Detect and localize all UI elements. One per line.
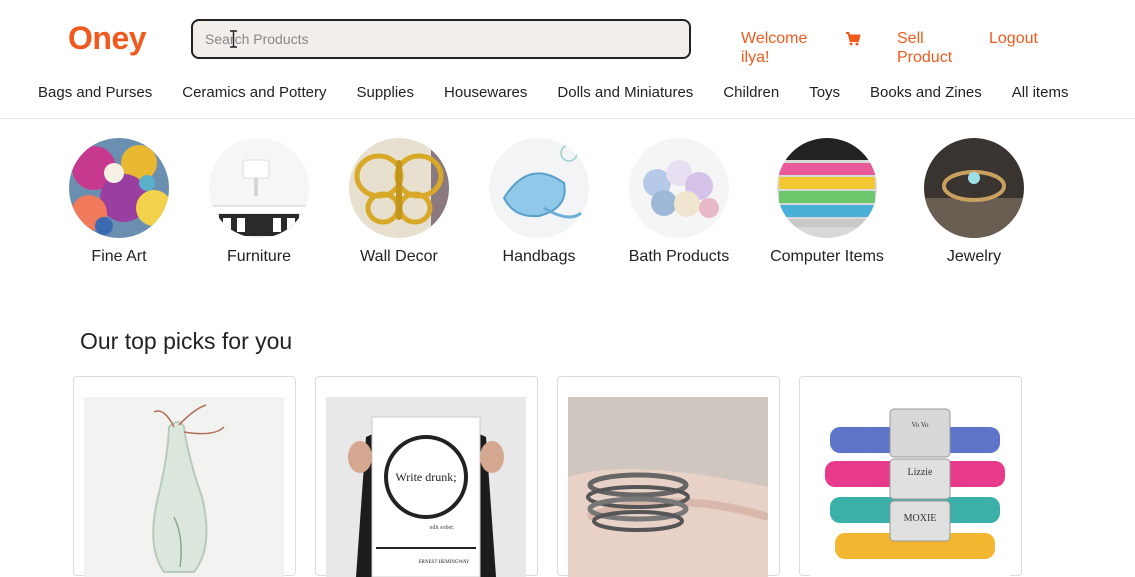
featured-computer-items[interactable]: Computer Items (757, 138, 897, 266)
product-image (568, 397, 768, 577)
sell-product-link[interactable]: Sell Product (897, 29, 967, 67)
featured-categories: Fine Art Furniture Wall Decor Handbags B… (0, 138, 1135, 273)
featured-label: Fine Art (91, 248, 147, 265)
welcome-message: Welcome ilya! (741, 30, 808, 66)
wall-decor-image (349, 138, 449, 238)
category-nav: Bags and Purses Ceramics and Pottery Sup… (23, 84, 1083, 101)
category-link[interactable]: Toys (794, 84, 855, 101)
featured-label: Handbags (502, 248, 576, 265)
search-box[interactable] (191, 19, 691, 59)
logout-link[interactable]: Logout (989, 30, 1038, 48)
product-image (84, 397, 284, 577)
featured-furniture[interactable]: Furniture (189, 138, 329, 266)
featured-label: Bath Products (628, 248, 730, 265)
featured-jewelry[interactable]: Jewelry (904, 138, 1044, 266)
poster-subtext: edit sober. (430, 525, 455, 531)
product-image: Write drunk; edit sober. ERNEST HEMINGWA… (326, 397, 526, 577)
poster-text: Write drunk; (395, 470, 456, 484)
fine-art-image (69, 138, 169, 238)
collar-name: Lizzie (908, 467, 934, 478)
featured-label: Computer Items (770, 248, 884, 265)
product-card[interactable]: Vo Vo Lizzie MOXIE (799, 376, 1022, 577)
top-picks-title: Our top picks for you (80, 328, 293, 354)
featured-fine-art[interactable]: Fine Art (49, 138, 189, 266)
product-card[interactable] (73, 376, 296, 577)
jewelry-image (924, 138, 1024, 238)
category-link[interactable]: Ceramics and Pottery (167, 84, 341, 101)
product-card[interactable]: Write drunk; edit sober. ERNEST HEMINGWA… (315, 376, 538, 577)
category-link[interactable]: Dolls and Miniatures (542, 84, 708, 101)
search-input[interactable] (193, 21, 689, 57)
featured-handbags[interactable]: Handbags (469, 138, 609, 266)
computer-items-image (777, 138, 877, 238)
collar-name: MOXIE (904, 513, 937, 524)
handbags-image (489, 138, 589, 238)
collar-name: Vo Vo (912, 421, 929, 429)
site-header: Oney Welcome ilya! Sell Product Logout B… (0, 0, 1135, 119)
furniture-image (209, 138, 309, 238)
shopping-cart-icon[interactable] (845, 31, 861, 47)
product-image: Vo Vo Lizzie MOXIE (810, 397, 1010, 577)
featured-label: Furniture (226, 248, 292, 265)
site-logo[interactable]: Oney (68, 20, 147, 57)
featured-label: Wall Decor (360, 248, 438, 265)
category-link[interactable]: Housewares (429, 84, 542, 101)
bath-products-image (629, 138, 729, 238)
product-card[interactable] (557, 376, 780, 577)
category-link[interactable]: Bags and Purses (23, 84, 167, 101)
featured-label: Jewelry (946, 248, 1002, 265)
text-cursor-icon (230, 30, 237, 48)
poster-credit: ERNEST HEMINGWAY (419, 560, 470, 565)
category-link[interactable]: Books and Zines (855, 84, 997, 101)
category-link[interactable]: Children (708, 84, 794, 101)
featured-wall-decor[interactable]: Wall Decor (329, 138, 469, 266)
featured-bath-products[interactable]: Bath Products (609, 138, 749, 266)
category-link[interactable]: All items (997, 84, 1084, 101)
category-link[interactable]: Supplies (341, 84, 429, 101)
